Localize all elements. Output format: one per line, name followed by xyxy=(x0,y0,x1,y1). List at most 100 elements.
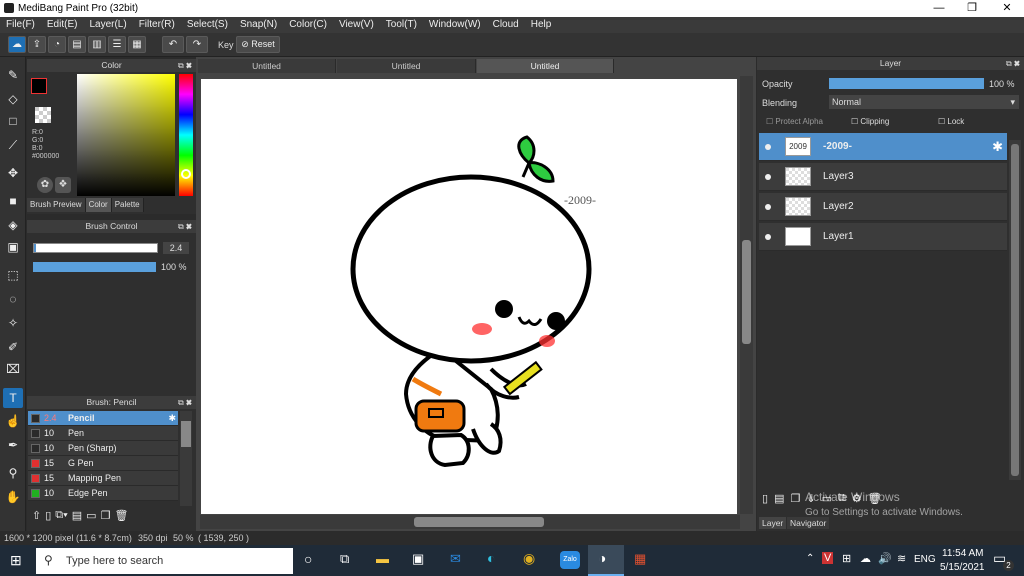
reset-button[interactable]: ⊘ Reset xyxy=(236,36,280,53)
lock-checkbox[interactable]: ☐ Lock xyxy=(938,117,964,126)
wifi-icon[interactable]: ≋ xyxy=(897,552,906,565)
gradient-tool-icon[interactable]: ▣ xyxy=(3,237,23,257)
menu-cloud[interactable]: Cloud xyxy=(487,17,525,33)
panel-close-icon[interactable]: ⧉ ✖ xyxy=(178,220,192,233)
doc-tab-1[interactable]: Untitled xyxy=(198,59,336,73)
close-button[interactable]: ✕ xyxy=(990,0,1024,17)
brush-item-pen-sharp[interactable]: 10 Pen (Sharp) xyxy=(28,441,178,456)
blending-select[interactable]: Normal ▾ xyxy=(829,95,1019,109)
language-indicator[interactable]: ENG xyxy=(914,554,936,565)
menu-filter[interactable]: Filter(R) xyxy=(133,17,181,33)
windows-start-icon[interactable]: ⊞ xyxy=(10,552,22,569)
clock-date[interactable]: 5/15/2021 xyxy=(940,562,985,573)
panel-close-icon[interactable]: ⧉ ✖ xyxy=(178,59,192,72)
select-tool-icon[interactable]: ⬚ xyxy=(3,265,23,285)
saturation-value-picker[interactable] xyxy=(77,74,175,196)
select-pen-tool-icon[interactable]: ✐ xyxy=(3,337,23,357)
divide-tool-icon[interactable]: ✒ xyxy=(3,435,23,455)
eraser-tool-icon[interactable]: ◇ xyxy=(3,89,23,109)
menu-select[interactable]: Select(S) xyxy=(181,17,234,33)
chevron-up-icon[interactable]: ⌃ xyxy=(806,553,814,564)
chrome-icon[interactable]: ◉ xyxy=(523,550,535,567)
brush-doc-icon[interactable]: ▤ xyxy=(72,509,82,527)
rectangle-tool-icon[interactable]: □ xyxy=(3,111,23,131)
zalo-icon[interactable]: Zalo xyxy=(560,551,580,569)
duplicate-layer-icon[interactable]: ❐ xyxy=(790,492,800,508)
magic-wand-tool-icon[interactable]: ✧ xyxy=(3,313,23,333)
drawing-canvas[interactable]: -2009- xyxy=(201,79,737,514)
canvas-vertical-scrollbar[interactable] xyxy=(740,76,753,514)
brush-item-edge-pen[interactable]: 10 Edge Pen xyxy=(28,486,178,501)
grid-icon[interactable]: ▦ xyxy=(128,36,146,53)
cloud-icon[interactable]: ☁ xyxy=(8,36,26,53)
new-layer-icon[interactable]: ▯ xyxy=(762,492,768,508)
tray-cloud-icon[interactable]: ☁ xyxy=(860,552,871,565)
brush-size-value[interactable]: 2.4 xyxy=(163,242,189,254)
menu-help[interactable]: Help xyxy=(525,17,558,33)
select-eraser-tool-icon[interactable]: ⌧ xyxy=(3,359,23,379)
panel-close-icon[interactable]: ⧉ ✖ xyxy=(178,396,192,409)
trash-icon[interactable]: 🗑 xyxy=(114,509,128,527)
layer-row-layer2[interactable]: Layer2 xyxy=(759,193,1007,221)
mail-icon[interactable]: ✉ xyxy=(450,551,461,567)
canvas-horizontal-scrollbar[interactable] xyxy=(200,515,740,529)
foreground-color-swatch[interactable] xyxy=(31,78,47,94)
edge-icon[interactable]: ◐ xyxy=(487,550,495,566)
tab-navigator[interactable]: Navigator xyxy=(787,517,830,529)
cortana-icon[interactable]: ○ xyxy=(304,551,312,567)
clock-time[interactable]: 11:54 AM xyxy=(942,548,984,559)
visibility-icon[interactable] xyxy=(765,204,771,210)
color-wheel-icon[interactable]: ❖ xyxy=(55,177,71,193)
document-icon[interactable]: ▥ xyxy=(88,36,106,53)
doc-tab-2[interactable]: Untitled xyxy=(337,59,476,73)
layer-opacity-slider[interactable] xyxy=(829,78,984,89)
brush-tool-icon[interactable]: ✎ xyxy=(3,65,23,85)
hand-tool-icon[interactable]: ✋ xyxy=(3,487,23,507)
brush-add-icon[interactable]: ⧉▾ xyxy=(55,509,67,527)
volume-icon[interactable]: 🔊 xyxy=(878,552,892,565)
message-icon[interactable]: ▤ xyxy=(68,36,86,53)
list-icon[interactable]: ☰ xyxy=(108,36,126,53)
operation-tool-icon[interactable]: ☝ xyxy=(3,411,23,431)
clipping-checkbox[interactable]: ☐ Clipping xyxy=(851,117,889,126)
new-brush-icon[interactable]: ▯ xyxy=(45,509,51,527)
maximize-button[interactable]: ❐ xyxy=(955,0,989,17)
brush-item-pencil[interactable]: 2.4 Pencil ✱ xyxy=(28,411,178,426)
comment-icon[interactable]: ◔ xyxy=(48,36,66,53)
brush-copy-icon[interactable]: ❐ xyxy=(101,509,111,527)
menu-file[interactable]: File(F) xyxy=(0,17,41,33)
menu-window[interactable]: Window(W) xyxy=(423,17,487,33)
tab-color[interactable]: Color xyxy=(85,198,112,212)
layer-list-scrollbar[interactable] xyxy=(1009,140,1021,480)
tray-v-icon[interactable]: V xyxy=(822,552,834,564)
scrollbar-thumb[interactable] xyxy=(1011,144,1019,476)
medibang-taskbar-icon[interactable]: ◑ xyxy=(588,545,624,576)
brush-item-mapping-pen[interactable]: 15 Mapping Pen xyxy=(28,471,178,486)
redo-icon[interactable]: ↷ xyxy=(186,36,208,53)
gear-icon[interactable]: ✱ xyxy=(168,411,176,426)
fill-rect-tool-icon[interactable]: ■ xyxy=(3,191,23,211)
scrollbar-thumb[interactable] xyxy=(414,517,544,527)
app-tiles-icon[interactable]: ▦ xyxy=(634,551,646,567)
brush-list-scrollbar[interactable] xyxy=(180,411,192,506)
panel-close-icon[interactable]: ⧉ ✖ xyxy=(1006,57,1020,70)
menu-layer[interactable]: Layer(L) xyxy=(83,17,132,33)
doc-tab-3[interactable]: Untitled xyxy=(477,59,614,73)
menu-view[interactable]: View(V) xyxy=(333,17,380,33)
lasso-tool-icon[interactable]: ◌ xyxy=(3,289,23,309)
tab-brush-preview[interactable]: Brush Preview xyxy=(27,198,86,212)
upload-icon[interactable]: ⇪ xyxy=(28,36,46,53)
protect-alpha-checkbox[interactable]: ☐ Protect Alpha xyxy=(766,117,823,126)
layer-row-layer3[interactable]: Layer3 xyxy=(759,163,1007,191)
line-tool-icon[interactable]: ⟋ xyxy=(3,135,23,155)
minimize-button[interactable]: — xyxy=(922,0,956,17)
undo-icon[interactable]: ↶ xyxy=(162,36,184,53)
visibility-icon[interactable] xyxy=(765,234,771,240)
text-tool-icon[interactable]: T xyxy=(3,388,23,408)
bucket-tool-icon[interactable]: ◈ xyxy=(3,215,23,235)
move-tool-icon[interactable]: ✥ xyxy=(3,163,23,183)
brush-opacity-slider[interactable] xyxy=(33,262,156,272)
menu-snap[interactable]: Snap(N) xyxy=(234,17,283,33)
brush-item-g-pen[interactable]: 15 G Pen xyxy=(28,456,178,471)
store-icon[interactable]: ▣ xyxy=(412,551,424,567)
